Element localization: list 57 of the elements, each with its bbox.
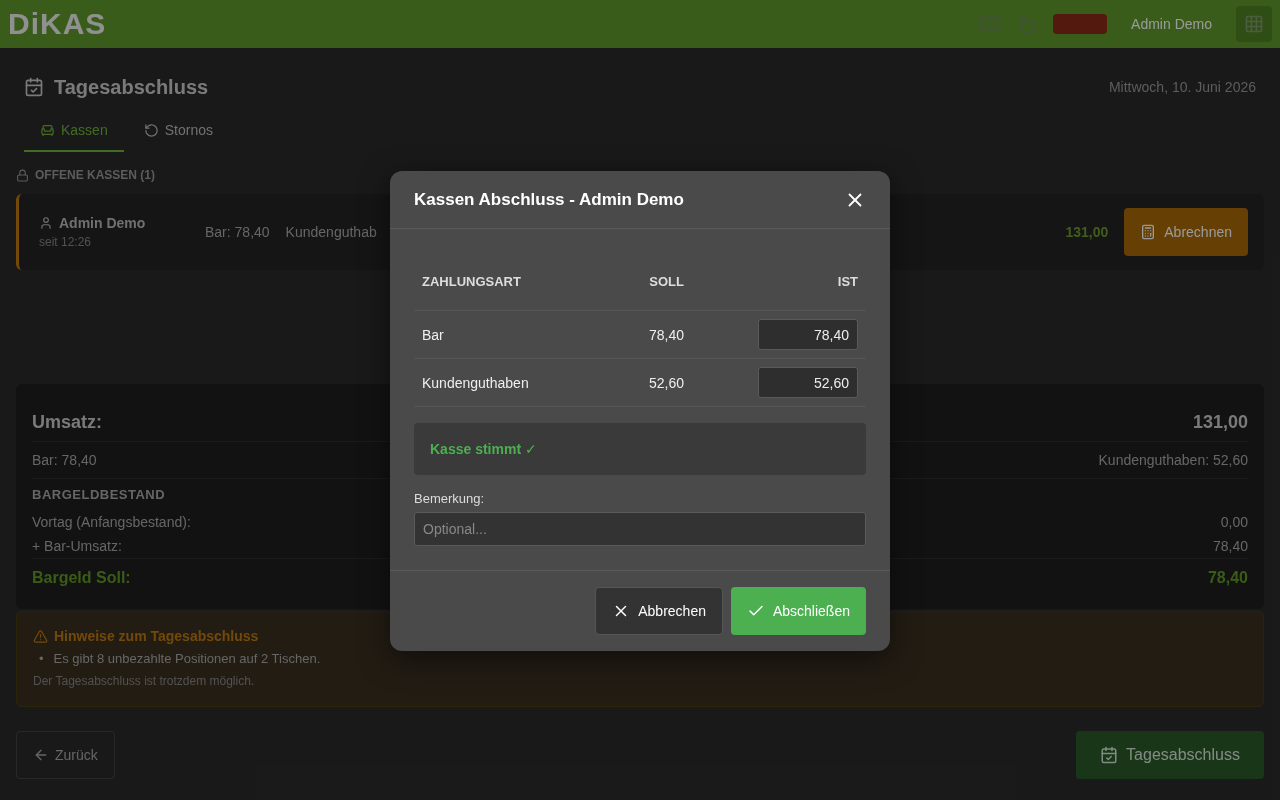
table-cell-text: 52,60 [647,374,684,391]
calendar-check-icon [1100,746,1119,764]
column-header: SOLL [648,274,684,289]
revenue-detail: Kundenguthaben: 52,60 [1098,452,1248,468]
apps-button[interactable] [1236,6,1272,42]
column-header: ZAHLUNGSART [422,274,522,289]
calculator-icon [1140,224,1157,240]
tab[interactable]: Stornos [127,114,229,152]
cash-label: + Bar-Umsatz: [32,538,122,554]
dialog-title: Kassen Abschluss - Admin Demo [414,189,684,210]
table-cell-text: Kundenguthaben [422,374,530,391]
amount-field[interactable]: 52,60 [758,367,858,398]
revenue-total: 131,00 [1192,412,1248,433]
column-header: IST [836,274,858,289]
logo: DiKAS [8,7,107,41]
cash-heading: BARGELDBESTAND [32,487,166,502]
notice-item: Es gibt 8 unbezahlte Positionen auf 2 Tischen. [53,650,321,668]
register-since: seit 12:26 [39,235,93,249]
register-total: 131,00 [1065,224,1109,240]
tab[interactable]: Kassen [24,114,124,152]
undo-icon [143,122,159,138]
notice-title: Hinweise zum Tagesabschluss [54,628,259,644]
warning-icon [33,628,48,644]
cash-result-label: Bargeld Soll: [32,569,131,587]
back-button[interactable]: Zurück [16,731,115,779]
user-icon [39,216,53,230]
remark-field[interactable]: Optional... [414,512,866,546]
cash-result-value: 78,40 [1207,569,1248,587]
register-user: Admin Demo [59,215,146,231]
grid-icon [1244,14,1264,34]
status-text: Kasse stimmt ✓ [430,441,537,457]
table-cell-text: 78,40 [647,326,684,343]
cash-value: 0,00 [1220,514,1248,530]
date: Mittwoch, 10. Juni 2026 [1108,79,1256,95]
keyboard-icon[interactable] [979,13,1002,35]
confirm-button[interactable]: Abschließen [730,587,866,635]
remark-label: Bemerkung: [414,491,486,506]
revenue-detail: Bar: 78,40 [32,452,97,468]
bullet: • [39,650,44,668]
register-amount: Kundenguthab [285,224,377,240]
amount-field[interactable]: 78,40 [758,319,858,350]
arrow-left-icon [33,747,49,763]
cancel-button[interactable]: Abbrechen [595,587,723,635]
status-pill [1053,14,1108,34]
register-amount: Bar: 78,40 [205,224,270,240]
revenue-label: Umsatz: [32,412,102,433]
cash-value: 78,40 [1212,538,1248,554]
user-name: Admin Demo [1131,16,1212,32]
table-cell-text: Bar [422,326,445,343]
section-heading: OFFENE KASSEN (1) [35,168,155,182]
settle-button[interactable]: Abrechnen [1124,208,1248,256]
page-title: Tagesabschluss [54,75,209,99]
calendar-check-icon [24,77,44,97]
notice-footnote: Der Tagesabschluss ist trotzdem möglich. [33,674,256,688]
lock-icon [16,168,29,182]
pointer-icon[interactable] [1017,14,1038,34]
cash-label: Vortag (Anfangsbestand): [32,514,191,530]
